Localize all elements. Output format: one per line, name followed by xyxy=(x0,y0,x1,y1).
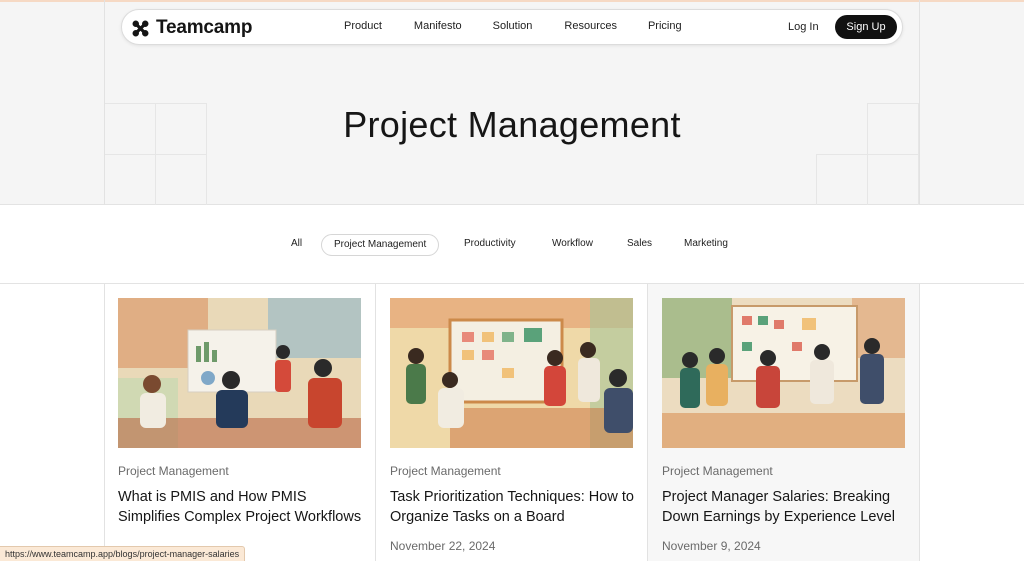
login-link[interactable]: Log In xyxy=(788,21,819,33)
card-divider xyxy=(375,284,376,561)
page-title: Project Management xyxy=(343,104,681,145)
nav-manifesto[interactable]: Manifesto xyxy=(414,20,462,32)
card-title[interactable]: Project Manager Salaries: Breaking Down … xyxy=(662,487,907,527)
filter-sales[interactable]: Sales xyxy=(627,234,652,256)
nav-product[interactable]: Product xyxy=(344,20,382,32)
card-thumbnail[interactable] xyxy=(118,298,361,448)
blog-card[interactable]: Project Management Task Prioritization T… xyxy=(376,284,648,561)
top-accent-line xyxy=(0,0,1024,2)
hero-grid-decoration xyxy=(816,154,868,206)
filter-all[interactable]: All xyxy=(291,234,302,256)
filter-project-management[interactable]: Project Management xyxy=(321,234,440,256)
card-category: Project Management xyxy=(118,464,229,478)
card-thumbnail[interactable] xyxy=(390,298,633,448)
card-title[interactable]: What is PMIS and How PMIS Simplifies Com… xyxy=(118,487,363,527)
signup-button[interactable]: Sign Up xyxy=(835,15,897,39)
card-title[interactable]: Task Prioritization Techniques: How to O… xyxy=(390,487,635,527)
hero-grid-decoration xyxy=(867,154,919,206)
nav-pricing[interactable]: Pricing xyxy=(648,20,682,32)
card-category: Project Management xyxy=(390,464,501,478)
card-date: November 22, 2024 xyxy=(390,539,496,553)
card-category: Project Management xyxy=(662,464,773,478)
nav-links: Product Manifesto Solution Resources Pri… xyxy=(344,20,682,32)
nav-resources[interactable]: Resources xyxy=(564,20,617,32)
card-date: November 9, 2024 xyxy=(662,539,761,553)
logo[interactable]: Teamcamp xyxy=(131,17,252,39)
hero-grid-decoration xyxy=(104,154,156,206)
category-filter-bar: All Project Management Productivity Work… xyxy=(0,205,1024,284)
hero-grid-decoration xyxy=(155,154,207,206)
filter-productivity[interactable]: Productivity xyxy=(464,234,516,256)
browser-status-url: https://www.teamcamp.app/blogs/project-m… xyxy=(0,546,246,561)
teamcamp-logo-icon xyxy=(131,19,150,38)
blog-card[interactable]: Project Management Project Manager Salar… xyxy=(648,284,920,561)
navbar: Teamcamp Product Manifesto Solution Reso… xyxy=(121,9,903,45)
card-divider xyxy=(647,284,648,561)
filter-marketing[interactable]: Marketing xyxy=(684,234,728,256)
blog-card-grid: Project Management What is PMIS and How … xyxy=(0,284,1024,561)
card-thumbnail[interactable] xyxy=(662,298,905,448)
logo-text: Teamcamp xyxy=(156,17,253,38)
filter-workflow[interactable]: Workflow xyxy=(552,234,593,256)
blog-card[interactable]: Project Management What is PMIS and How … xyxy=(104,284,376,561)
card-divider xyxy=(919,284,920,561)
nav-solution[interactable]: Solution xyxy=(493,20,533,32)
card-divider xyxy=(104,284,105,561)
